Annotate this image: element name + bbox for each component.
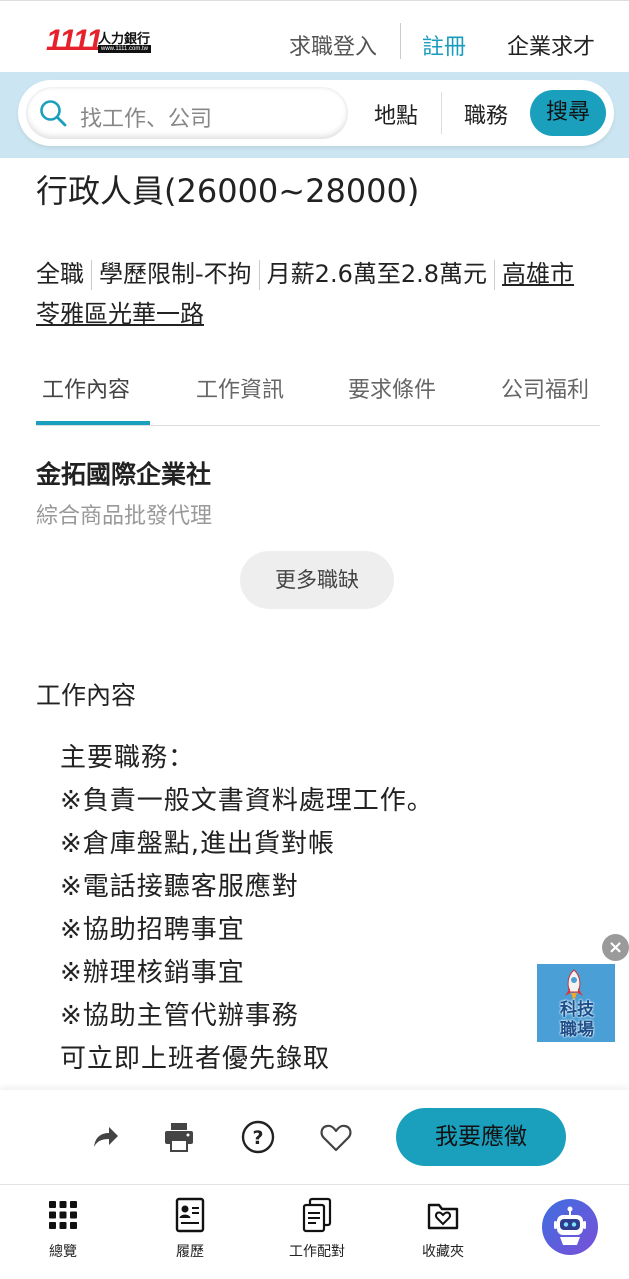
description-line: ※辦理核銷事宜 [60, 958, 245, 988]
tab-job-content[interactable]: 工作內容 [42, 372, 130, 404]
help-icon[interactable]: ? [241, 1120, 275, 1154]
job-salary: 月薪2.6萬至2.8萬元 [266, 260, 488, 288]
nav-overview[interactable]: 總覽 [18, 1197, 108, 1261]
bottom-nav: 總覽 履歷 工作配對 收藏夾 [0, 1184, 629, 1279]
job-description: 主要職務： ※負責一般文書資料處理工作。 ※倉庫盤點,進出貨對帳 ※電話接聽客服… [60, 737, 434, 1081]
job-title: 行政人員(26000~28000) [36, 172, 420, 210]
description-line: ※協助招聘事宜 [60, 915, 245, 945]
chatbot-button[interactable] [542, 1199, 598, 1255]
tech-career-ad[interactable]: 科技 職場 [537, 964, 615, 1042]
nav-label: 工作配對 [289, 1244, 345, 1260]
meta-divider [258, 260, 260, 290]
action-bar: ? 我要應徵 [0, 1090, 629, 1184]
description-line: ※負責一般文書資料處理工作。 [60, 786, 434, 816]
job-education: 學歷限制-不拘 [99, 260, 252, 288]
nav-favorites[interactable]: 收藏夾 [398, 1197, 488, 1261]
site-logo[interactable]: 1111 人力銀行 www.1111.com.tw [46, 24, 156, 57]
resume-icon [175, 1197, 205, 1233]
meta-divider [494, 260, 496, 290]
job-type: 全職 [36, 260, 84, 288]
logo-number: 1111 [46, 24, 103, 57]
employer-link[interactable]: 企業求才 [507, 29, 595, 61]
description-line: ※協助主管代辦事務 [60, 1001, 299, 1031]
nav-label: 總覽 [49, 1244, 77, 1260]
search-band: 找工作、公司 地點 職務 搜尋 [0, 72, 629, 158]
apply-button[interactable]: 我要應徵 [396, 1108, 566, 1166]
tab-bar: 工作內容 工作資訊 要求條件 公司福利 [36, 366, 600, 426]
top-header: 1111 人力銀行 www.1111.com.tw 求職登入 註冊 企業求才 [0, 0, 629, 72]
help-symbol: ? [252, 1127, 263, 1149]
rocket-icon [565, 969, 583, 1001]
description-line: ※電話接聽客服應對 [60, 872, 299, 902]
company-industry: 綜合商品批發代理 [36, 504, 213, 529]
search-icon [40, 100, 67, 127]
nav-resume[interactable]: 履歷 [145, 1197, 235, 1261]
active-tab-indicator [36, 421, 150, 425]
folder-heart-icon [427, 1203, 459, 1230]
search-bar: 找工作、公司 地點 職務 搜尋 [18, 80, 614, 146]
job-meta: 全職 學歷限制-不拘 月薪2.6萬至2.8萬元 高雄市苓雅區光華一路 [36, 254, 596, 334]
header-divider [400, 23, 401, 59]
search-input[interactable]: 找工作、公司 [26, 87, 348, 139]
section-title: 工作內容 [36, 681, 137, 710]
ad-close-button[interactable]: × [602, 934, 629, 961]
description-line: ※倉庫盤點,進出貨對帳 [60, 829, 336, 859]
heart-icon[interactable] [319, 1120, 353, 1154]
ad-line-2: 職場 [560, 1020, 594, 1040]
location-filter[interactable]: 地點 [374, 98, 418, 130]
tab-requirements[interactable]: 要求條件 [348, 372, 436, 404]
company-name[interactable]: 金拓國際企業社 [36, 455, 211, 491]
search-divider [441, 92, 442, 134]
search-button[interactable]: 搜尋 [530, 90, 606, 136]
ad-line-1: 科技 [560, 1000, 594, 1020]
robot-icon [554, 1206, 586, 1245]
nav-label: 收藏夾 [422, 1244, 464, 1260]
grid-icon [49, 1201, 77, 1229]
description-line: 主要職務： [60, 743, 196, 773]
category-filter[interactable]: 職務 [464, 98, 508, 130]
meta-divider [91, 260, 92, 290]
more-jobs-button[interactable]: 更多職缺 [240, 551, 394, 609]
nav-label: 履歷 [176, 1244, 204, 1260]
logo-url: www.1111.com.tw [98, 45, 152, 53]
search-placeholder: 找工作、公司 [80, 107, 213, 132]
share-icon[interactable] [88, 1120, 122, 1154]
tab-benefits[interactable]: 公司福利 [501, 372, 589, 404]
login-link[interactable]: 求職登入 [289, 29, 377, 61]
register-link[interactable]: 註冊 [422, 29, 466, 61]
ad-text: 科技 職場 [547, 1000, 607, 1040]
print-icon[interactable] [162, 1120, 196, 1154]
tab-job-info[interactable]: 工作資訊 [196, 372, 284, 404]
documents-icon [302, 1197, 332, 1233]
description-line: 可立即上班者優先錄取 [60, 1044, 331, 1074]
nav-job-match[interactable]: 工作配對 [272, 1197, 362, 1261]
